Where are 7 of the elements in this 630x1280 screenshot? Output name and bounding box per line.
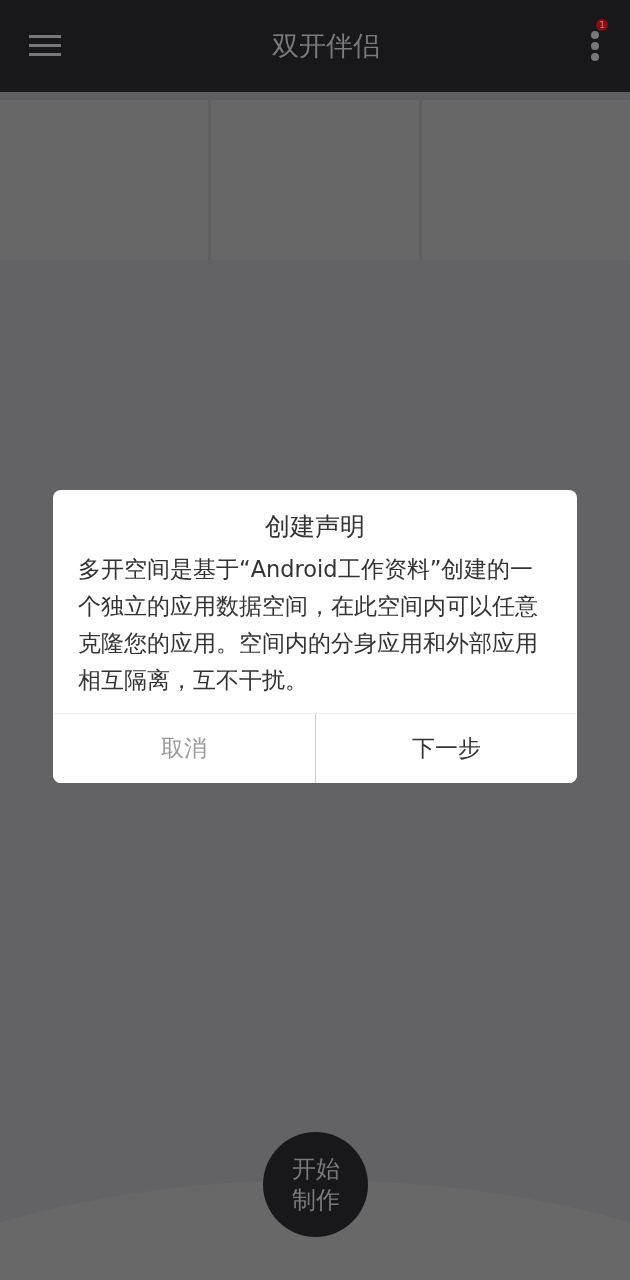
dialog-title: 创建声明 <box>264 511 366 543</box>
notification-badge: 1 <box>596 19 608 31</box>
app-title: 双开伴侣 <box>270 29 381 63</box>
next-button[interactable]: 下一步 <box>314 714 577 783</box>
more-options-icon[interactable] <box>590 31 600 61</box>
dialog-message: 多开空间是基于“Android工作资料”创建的一个独立的应用数据空间，在此空间内可以任意克隆您的应用。空间内的分身应用和外部应用相互隔离，互不干扰。 <box>77 555 539 695</box>
menu-icon[interactable] <box>29 35 61 57</box>
